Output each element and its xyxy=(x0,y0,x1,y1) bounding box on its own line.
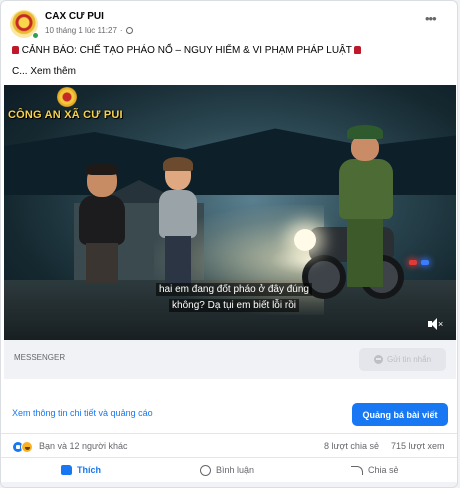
meta-separator: · xyxy=(119,26,123,35)
globe-icon xyxy=(125,27,133,34)
subtitle-line-2: không? Dạ tụi em biết lỗi rồi xyxy=(169,299,299,312)
text-prefix: C... xyxy=(12,66,28,77)
see-more-link[interactable]: Xem thêm xyxy=(30,66,76,77)
views-count: 715 lượt xem xyxy=(391,441,445,451)
character-boy-hoodie xyxy=(159,157,199,290)
shares-count[interactable]: 8 lượt chia sẻ xyxy=(324,441,379,451)
view-insights-link[interactable]: Xem thông tin chi tiết và quảng cáo xyxy=(12,408,153,418)
video-subtitle: hai em đang đốt pháo ở đây đúng không? D… xyxy=(104,282,364,314)
messenger-cta-bar: MESSENGER Gửi tin nhắn xyxy=(4,340,456,379)
boost-post-button[interactable]: Quảng bá bài viết xyxy=(352,403,448,426)
police-emblem-icon xyxy=(57,87,77,107)
siren-blue-light xyxy=(421,260,429,265)
like-label: Thích xyxy=(77,465,101,475)
character-boy-black-shirt xyxy=(79,163,127,285)
video-player[interactable]: CÔNG AN XÃ CƯ PUI hai em đang đốt pháo ở… xyxy=(4,85,456,340)
headline-text: CẢNH BÁO: CHẾ TẠO PHÁO NỔ – NGUY HIỂM & … xyxy=(21,45,352,56)
send-message-button[interactable]: Gửi tin nhắn xyxy=(359,348,446,371)
post-meta: 10 tháng 1 lúc 11:27 · xyxy=(45,26,133,35)
reaction-icons[interactable] xyxy=(12,441,36,453)
ad-details-row: Xem thông tin chi tiết và quảng cáo Quản… xyxy=(1,396,457,434)
share-button[interactable]: Chia sẻ xyxy=(351,462,399,478)
red-flag-icon xyxy=(12,46,19,54)
action-bar: Thích Bình luận Chia sẻ xyxy=(1,457,457,481)
post-date[interactable]: 10 tháng 1 lúc 11:27 xyxy=(45,26,117,35)
post-text-preview: C... Xem thêm xyxy=(12,66,76,77)
comment-icon xyxy=(200,464,211,476)
thumbs-up-icon xyxy=(61,465,72,475)
like-button[interactable]: Thích xyxy=(61,462,101,478)
cta-label: MESSENGER xyxy=(14,353,66,362)
reactions-count[interactable]: Bạn và 12 người khác xyxy=(39,441,127,451)
siren-red-light xyxy=(409,260,417,265)
subtitle-line-1: hai em đang đốt pháo ở đây đúng xyxy=(155,283,312,296)
share-label: Chia sẻ xyxy=(368,465,399,475)
post-card: CAX CƯ PUI 10 tháng 1 lúc 11:27 · ••• CẢ… xyxy=(0,0,458,488)
comment-label: Bình luận xyxy=(216,465,255,475)
feed-gap xyxy=(1,482,457,487)
comment-button[interactable]: Bình luận xyxy=(200,462,254,478)
messenger-icon xyxy=(373,355,383,364)
haha-reaction-icon xyxy=(21,441,33,453)
post-headline: CẢNH BÁO: CHẾ TẠO PHÁO NỔ – NGUY HIỂM & … xyxy=(12,45,362,56)
post-header: CAX CƯ PUI 10 tháng 1 lúc 11:27 · ••• xyxy=(1,1,457,41)
share-icon xyxy=(351,465,363,475)
red-flag-icon xyxy=(354,46,362,54)
reactions-row: Bạn và 12 người khác 8 lượt chia sẻ 715 … xyxy=(1,437,457,457)
video-overlay-title: CÔNG AN XÃ CƯ PUI xyxy=(8,109,123,121)
more-options-button[interactable]: ••• xyxy=(425,12,437,25)
page-name[interactable]: CAX CƯ PUI xyxy=(45,11,104,22)
character-police-officer xyxy=(339,125,399,290)
send-message-label: Gửi tin nhắn xyxy=(386,355,432,364)
mute-icon[interactable]: × xyxy=(428,317,444,331)
online-status-icon xyxy=(32,32,39,39)
